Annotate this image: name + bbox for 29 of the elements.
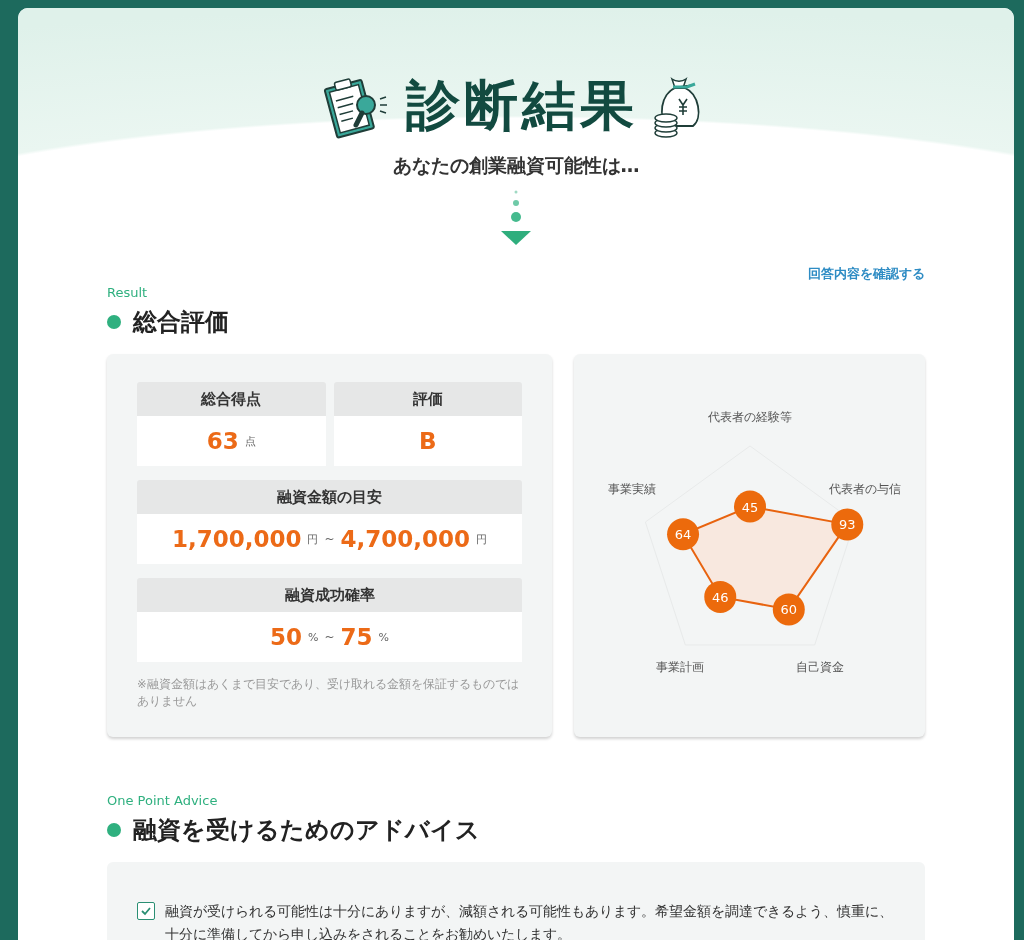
page-title: 診断結果 xyxy=(406,73,638,139)
section-heading: 総合評価 xyxy=(133,307,229,338)
rate-label: 融資成功確率 xyxy=(137,578,522,612)
score-point: 45 xyxy=(733,490,766,522)
amount-label: 融資金額の目安 xyxy=(137,480,522,514)
down-arrow-icon xyxy=(501,189,531,247)
score-label: 総合得点 xyxy=(137,382,326,416)
axis-label: 事業実績 xyxy=(607,481,656,496)
axis-label: 事業計画 xyxy=(655,659,704,674)
axis-label: 代表者の経験等 xyxy=(707,409,792,424)
score-point: 93 xyxy=(830,507,863,540)
axis-label: 自己資金 xyxy=(795,659,844,674)
score-point: 46 xyxy=(703,580,736,613)
rate-value: 50 % ~ 75 % xyxy=(137,612,522,662)
grade-value: B xyxy=(333,416,522,466)
score-point: 60 xyxy=(772,592,805,625)
grade-label: 評価 xyxy=(333,382,522,416)
axis-label: 代表者の与信 xyxy=(828,481,901,496)
answers-link[interactable]: 回答内容を確認する xyxy=(808,265,925,283)
score-point: 64 xyxy=(666,517,699,550)
subtitle: あなたの創業融資可能性は… xyxy=(392,153,640,178)
amount-value: 1,700,000 円 ~ 4,700,000 円 xyxy=(137,514,522,564)
section-eyebrow: Result xyxy=(107,285,149,300)
disclaimer-note: ※融資金額はあくまで目安であり、受け取れる金額を保証するものではありません xyxy=(137,676,520,711)
bullet-dot xyxy=(107,823,121,837)
score-value: 63 点 xyxy=(137,416,326,466)
section-heading: 融資を受けるためのアドバイス xyxy=(133,815,480,846)
bullet-dot xyxy=(107,315,121,329)
section-eyebrow: One Point Advice xyxy=(107,793,219,808)
